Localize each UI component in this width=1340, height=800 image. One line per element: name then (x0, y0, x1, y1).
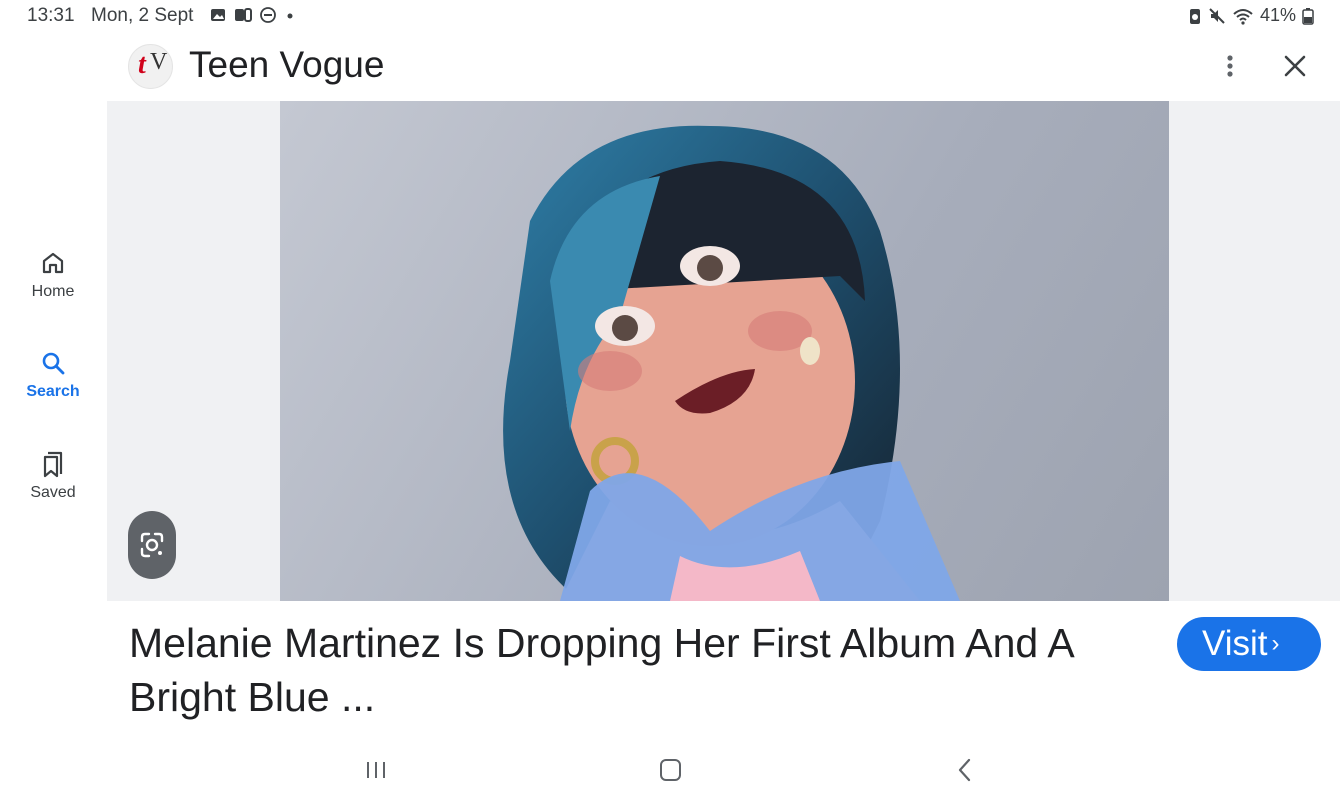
google-lens-icon (140, 532, 164, 558)
battery-icon (1302, 7, 1314, 25)
result-caption[interactable]: Melanie Martinez Is Dropping Her First A… (129, 616, 1159, 724)
status-bar: 13:31 Mon, 2 Sept 41% (0, 0, 1340, 32)
mute-icon (1209, 7, 1225, 24)
back-button[interactable] (944, 754, 984, 786)
rail-label-saved: Saved (30, 484, 76, 501)
visit-label: Visit (1202, 624, 1268, 663)
rail-item-home[interactable]: Home (0, 249, 106, 301)
home-nav-button[interactable] (650, 754, 690, 786)
portrait-illustration (503, 125, 960, 601)
system-nav-bar (0, 740, 1340, 800)
site-title[interactable]: Teen Vogue (189, 44, 384, 86)
home-icon (42, 252, 64, 274)
recents-icon (367, 762, 385, 778)
battery-saver-icon (1189, 8, 1200, 24)
back-chevron-icon (958, 758, 971, 782)
rail-label-search: Search (26, 383, 80, 400)
gallery-icon (211, 9, 225, 21)
dot-icon (287, 13, 293, 19)
system-status: 41% (1188, 5, 1314, 26)
image-preview-area (107, 101, 1340, 601)
chevron-right-icon: › (1271, 630, 1280, 657)
rail-item-search[interactable]: Search (0, 349, 106, 401)
close-button[interactable] (1280, 51, 1310, 81)
close-icon (1284, 55, 1306, 77)
visit-button[interactable]: Visit › (1177, 617, 1321, 671)
more-options-button[interactable] (1215, 51, 1245, 81)
home-square-icon (660, 759, 681, 781)
result-image[interactable] (280, 101, 1169, 601)
lens-button[interactable] (128, 511, 176, 579)
result-header: t V Teen Vogue (107, 33, 1340, 101)
search-icon (42, 352, 65, 375)
recent-apps-button[interactable] (356, 754, 396, 786)
logo-letter-v: V (150, 49, 168, 75)
rail-item-saved[interactable]: Saved (0, 450, 106, 502)
bookmark-icon (43, 451, 63, 478)
site-logo[interactable]: t V (128, 44, 173, 89)
rail-label-home: Home (31, 283, 75, 300)
status-time: 13:31 (27, 5, 75, 26)
dnd-icon (260, 7, 276, 23)
more-vert-icon (1227, 55, 1233, 77)
logo-letter-t: t (138, 49, 146, 80)
status-date: Mon, 2 Sept (91, 5, 194, 26)
notification-icons (209, 6, 297, 24)
wifi-icon (1233, 8, 1253, 25)
battery-percent: 41% (1259, 5, 1296, 25)
app-icon (235, 8, 252, 22)
